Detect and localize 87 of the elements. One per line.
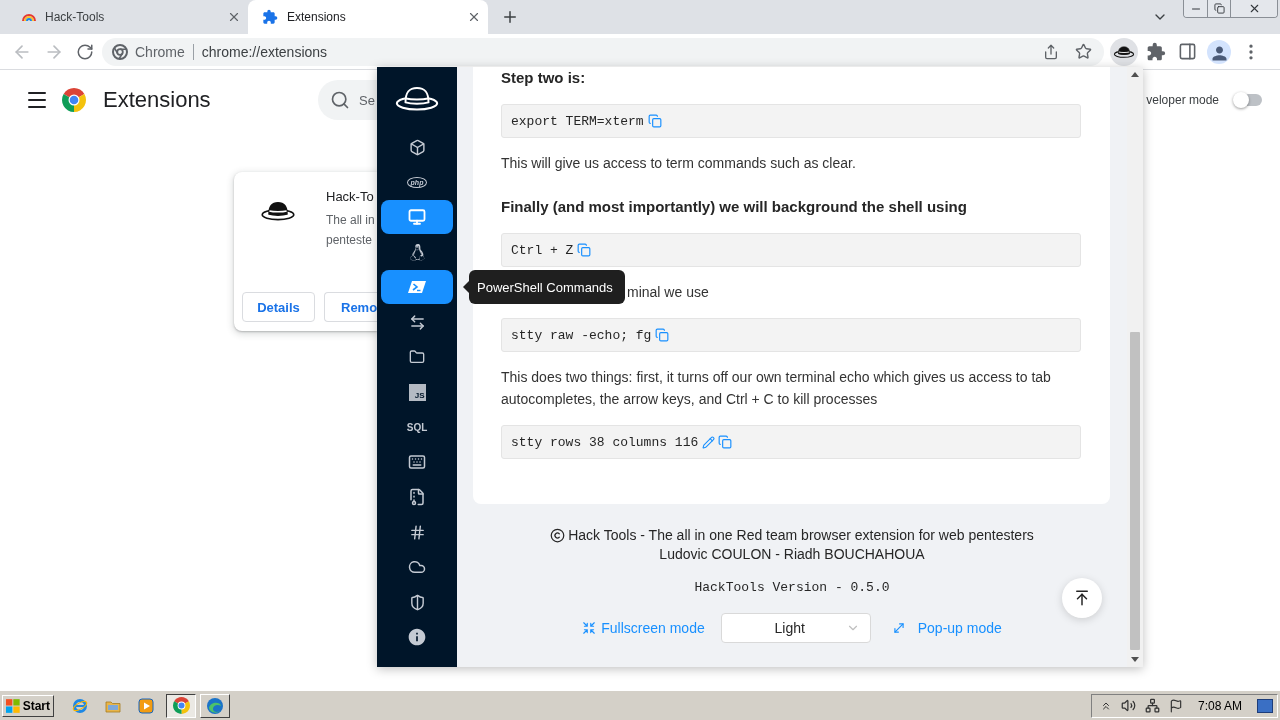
copyright-icon (550, 528, 566, 543)
hat-icon (1113, 44, 1135, 59)
sidebar-item[interactable]: SQL (381, 410, 453, 444)
clock-text: 7:08 AM (1197, 698, 1242, 713)
remove-button[interactable]: Remo (324, 292, 377, 322)
swirl-logo-icon (206, 696, 224, 715)
browser-logo-icon (172, 697, 190, 714)
hat-logo-icon (394, 85, 440, 112)
taskbar-button[interactable] (166, 693, 196, 718)
copy-icon[interactable] (647, 114, 662, 128)
file-icon (408, 488, 426, 506)
search-field[interactable]: Se (318, 80, 377, 120)
diagonal-arrows-icon (891, 621, 906, 635)
version-text: HackTools Version - 0.5.0 (694, 579, 890, 597)
cube-icon (408, 138, 426, 156)
page-title: Extensions (103, 87, 211, 113)
hash-icon (408, 523, 426, 541)
network-icon[interactable] (1144, 698, 1160, 713)
sidebar-item[interactable] (381, 200, 453, 234)
speaker-icon[interactable] (1120, 698, 1136, 713)
browser-logo-icon (62, 88, 86, 112)
paragraph: This will give us access to term commands such as clear. (501, 154, 857, 173)
code-text: stty rows 38 columns 116 (511, 434, 699, 450)
shrink-arrows-icon (582, 621, 597, 635)
developer-mode-label: veloper mode (1146, 93, 1219, 107)
extension-description: The all in penteste (326, 212, 375, 249)
copy-icon[interactable] (577, 243, 592, 257)
windows-flag-icon (6, 698, 20, 713)
extension-name: Hack-To (326, 188, 375, 206)
browser-logo-icon (112, 43, 128, 60)
back-to-top-button[interactable] (1062, 578, 1102, 618)
hat-icon (260, 200, 296, 222)
copy-icon[interactable] (655, 328, 670, 342)
code-text: Ctrl + Z (511, 242, 574, 258)
code-text: export TERM=xterm (511, 113, 644, 129)
close-icon[interactable] (467, 10, 481, 24)
paragraph: minal we use (627, 283, 709, 302)
terminal-prompt-icon (408, 280, 426, 294)
edit-icon[interactable] (702, 435, 716, 449)
scrollbar[interactable] (1127, 67, 1143, 667)
play-icon[interactable] (138, 697, 154, 714)
details-button[interactable]: Details (242, 292, 315, 322)
paragraph: This does two things: first, it turns off our own terminal echo which gives us access to tab autocompletes, the arrow keys, and Ctrl + C to kill processes (501, 368, 1052, 409)
penguin-icon (408, 243, 426, 261)
folder-icon (409, 349, 425, 365)
close-icon[interactable] (227, 10, 241, 24)
credit-text: Hack Tools - The all in one Red team browser extension for web pentesters (568, 526, 1034, 545)
flag-icon[interactable] (1168, 698, 1183, 713)
shield-icon (408, 593, 426, 611)
arrows-left-right-icon (408, 313, 426, 331)
address-bar[interactable]: Chrome chrome://extensions (102, 37, 1104, 66)
profile-icon[interactable] (1207, 39, 1231, 64)
reload-icon[interactable] (76, 42, 94, 61)
start-button[interactable]: Start (2, 694, 54, 717)
scroll-down-icon[interactable] (1131, 657, 1139, 662)
monitor-icon (408, 208, 426, 226)
theme-select[interactable]: Light (720, 613, 871, 643)
browser-tab[interactable]: Hack-Tools (8, 0, 248, 34)
cloud-icon (408, 558, 426, 576)
code-text: stty raw -echo; fg (511, 327, 652, 343)
side-panel-icon[interactable] (1178, 42, 1197, 61)
restore-icon (1213, 3, 1225, 14)
puzzle-icon[interactable] (1146, 41, 1166, 62)
browser-tab[interactable]: Extensions (248, 0, 488, 34)
arrow-up-to-line-icon (1073, 589, 1091, 607)
search-icon (330, 90, 350, 110)
close-button[interactable] (1230, 0, 1277, 17)
scrollbar-thumb[interactable] (1130, 332, 1140, 650)
rainbow-icon (22, 12, 36, 22)
sidebar-item[interactable] (381, 270, 453, 304)
sidebar-item[interactable]: JS (381, 375, 453, 409)
show-desktop-icon[interactable] (1257, 698, 1273, 713)
site-info-chip[interactable]: Chrome (135, 43, 185, 60)
tooltip: PowerShell Commands (463, 270, 625, 304)
copy-icon[interactable] (718, 435, 733, 449)
scroll-up-icon[interactable] (1131, 72, 1139, 77)
section-heading: Finally (and most importantly) we will background the shell using (501, 197, 968, 217)
js-logo: JS (408, 383, 426, 401)
info-icon (407, 627, 427, 647)
plus-icon[interactable] (501, 8, 519, 26)
share-icon[interactable] (1043, 43, 1059, 60)
keyboard-icon (408, 453, 426, 471)
extension-button[interactable] (1110, 37, 1138, 66)
star-icon[interactable] (1075, 43, 1092, 60)
authors-text: Ludovic COULON - Riadh BOUCHAHOUA (659, 545, 925, 564)
puzzle-icon (262, 9, 278, 25)
section-heading: Step two is: (501, 68, 587, 88)
